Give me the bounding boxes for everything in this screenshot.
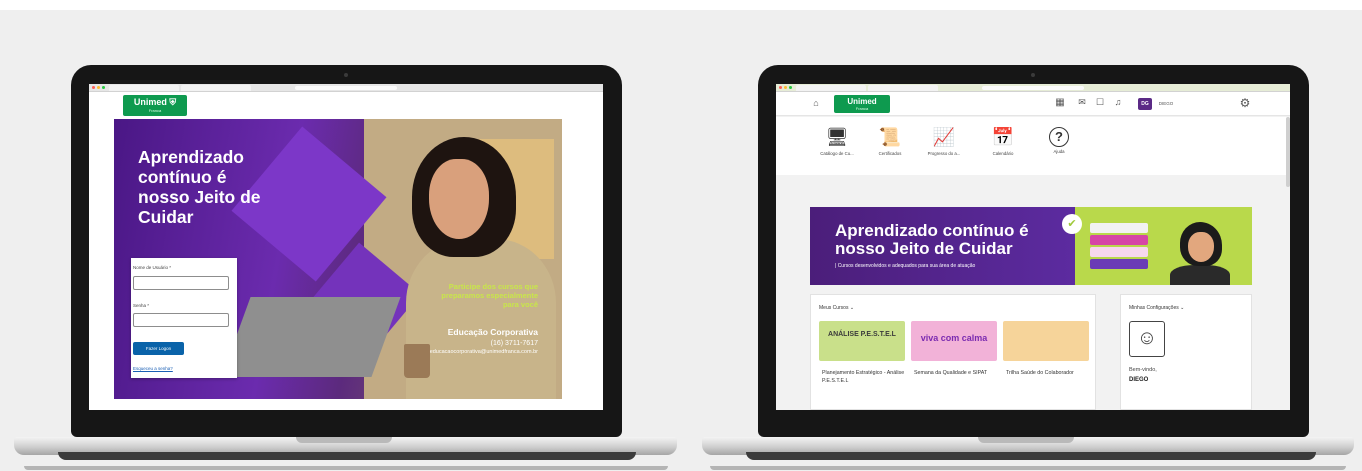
- course-thumbnail: [1003, 321, 1089, 361]
- course-nav: 🖥 Catálogo de Cu... 📜 Certificados 📈 Pro…: [776, 117, 1290, 175]
- course-card[interactable]: ANÁLISE P.E.S.T.E.L Planejamento Estraté…: [819, 321, 905, 385]
- browser-chrome: [89, 84, 603, 92]
- login-form: Nome de Usuário * Senha * Fazer Logon Es…: [131, 258, 237, 378]
- chart-icon: 📈: [932, 127, 956, 147]
- hero-title: Aprendizado contínuo é nosso Jeito de Cu…: [138, 147, 261, 227]
- promo-email: educacaocorporativa@unimedfranca.com.br: [429, 349, 538, 355]
- dashboard-screen: ⌂ Unimed Franca ▦ ✉ ☐ ♫ DG DIEGO ⚙ 🖥 Cat…: [776, 84, 1290, 410]
- calendar-icon: 📅: [991, 127, 1015, 147]
- chevron-down-icon: ⌄: [849, 305, 855, 311]
- mail-icon[interactable]: ✉: [1076, 97, 1088, 108]
- heart-check-icon: ✔: [1062, 214, 1082, 234]
- username-input[interactable]: [133, 276, 229, 290]
- nav-item-help[interactable]: ? Ajuda: [1035, 125, 1083, 154]
- my-courses-heading[interactable]: Meus Cursos ⌄: [819, 305, 854, 311]
- banner-subtitle: | Cursos desenvolvidos e adequados para …: [835, 263, 976, 269]
- promo-phone: (16) 3711-7617: [490, 340, 538, 347]
- course-thumbnail: viva com calma: [911, 321, 997, 361]
- nav-item-calendar[interactable]: 📅 Calendário: [979, 125, 1027, 156]
- course-card[interactable]: viva com calma Semana da Qualidade e SIP…: [911, 321, 997, 377]
- password-input[interactable]: [133, 313, 229, 327]
- promo-tagline: Participe dos cursos que preparamos espe…: [441, 282, 538, 309]
- avatar[interactable]: DG: [1138, 98, 1152, 110]
- top-navbar: ⌂ Unimed Franca ▦ ✉ ☐ ♫ DG DIEGO ⚙: [776, 92, 1290, 116]
- course-thumbnail: ANÁLISE P.E.S.T.E.L: [819, 321, 905, 361]
- course-title: Trilha Saúde do Colaborador: [1006, 370, 1074, 376]
- gear-icon[interactable]: ⚙: [1238, 96, 1252, 110]
- welcome-text: Bem-vindo,: [1129, 367, 1157, 373]
- user-icon: ☺: [1136, 327, 1158, 349]
- monitor-icon: 🖥: [825, 127, 849, 147]
- nav-item-catalog[interactable]: 🖥 Catálogo de Cu...: [813, 125, 861, 156]
- login-screen: Unimed ⛨ Franca Aprendizado contínuo é n…: [89, 84, 603, 410]
- scrollbar[interactable]: [1286, 117, 1290, 187]
- chat-icon[interactable]: ☐: [1094, 97, 1106, 108]
- books-illustration: [1090, 219, 1150, 273]
- profile-picture[interactable]: ☺: [1129, 321, 1165, 357]
- bell-icon[interactable]: ♫: [1112, 97, 1124, 107]
- chevron-down-icon: ⌄: [1180, 305, 1185, 311]
- unimed-logo: Unimed ⛨ Franca: [123, 95, 187, 116]
- right-laptop: ⌂ Unimed Franca ▦ ✉ ☐ ♫ DG DIEGO ⚙ 🖥 Cat…: [680, 0, 1362, 471]
- left-laptop: Unimed ⛨ Franca Aprendizado contínuo é n…: [0, 0, 680, 471]
- forgot-password-link[interactable]: Esqueceu a senha?: [133, 366, 173, 371]
- password-label: Senha *: [133, 303, 150, 308]
- course-title: Planejamento Estratégico - Análise P.E.S…: [822, 370, 905, 384]
- grid-icon[interactable]: ▦: [1054, 97, 1066, 108]
- my-courses-panel: Meus Cursos ⌄ ANÁLISE P.E.S.T.E.L Planej…: [810, 294, 1096, 410]
- unimed-symbol-icon: ⛨: [169, 97, 177, 107]
- banner-title: Aprendizado contínuo é nosso Jeito de Cu…: [835, 221, 1029, 258]
- username-label: Nome de Usuário *: [133, 265, 172, 270]
- girl-illustration: [1170, 265, 1230, 285]
- course-title: Semana da Qualidade e SIPAT: [914, 370, 988, 376]
- home-icon[interactable]: ⌂: [810, 98, 822, 108]
- browser-chrome: [776, 84, 1290, 92]
- nav-item-progress[interactable]: 📈 Progresso do a...: [920, 125, 968, 156]
- login-button[interactable]: Fazer Logon: [133, 342, 184, 355]
- certificate-icon: 📜: [878, 127, 902, 147]
- settings-heading[interactable]: Minhas Configurações ⌄: [1129, 305, 1184, 311]
- address-bar[interactable]: [294, 86, 398, 90]
- help-icon: ?: [1049, 127, 1069, 147]
- course-card[interactable]: Trilha Saúde do Colaborador: [1003, 321, 1089, 377]
- webcam: [344, 73, 348, 77]
- webcam: [1031, 73, 1035, 77]
- unimed-logo[interactable]: Unimed Franca: [834, 95, 890, 113]
- address-bar[interactable]: [981, 86, 1085, 90]
- login-header: Unimed ⛨ Franca: [89, 92, 603, 119]
- hero-banner: Aprendizado contínuo é nosso Jeito de Cu…: [114, 119, 562, 399]
- promo-banner: Aprendizado contínuo é nosso Jeito de Cu…: [810, 207, 1252, 285]
- promo-brand: Educação Corporativa: [447, 327, 538, 337]
- username: DIEGO: [1129, 377, 1149, 383]
- nav-item-certificates[interactable]: 📜 Certificados: [866, 125, 914, 156]
- settings-panel: Minhas Configurações ⌄ ☺ Bem-vindo, DIEG…: [1120, 294, 1252, 410]
- user-name[interactable]: DIEGO: [1154, 101, 1178, 106]
